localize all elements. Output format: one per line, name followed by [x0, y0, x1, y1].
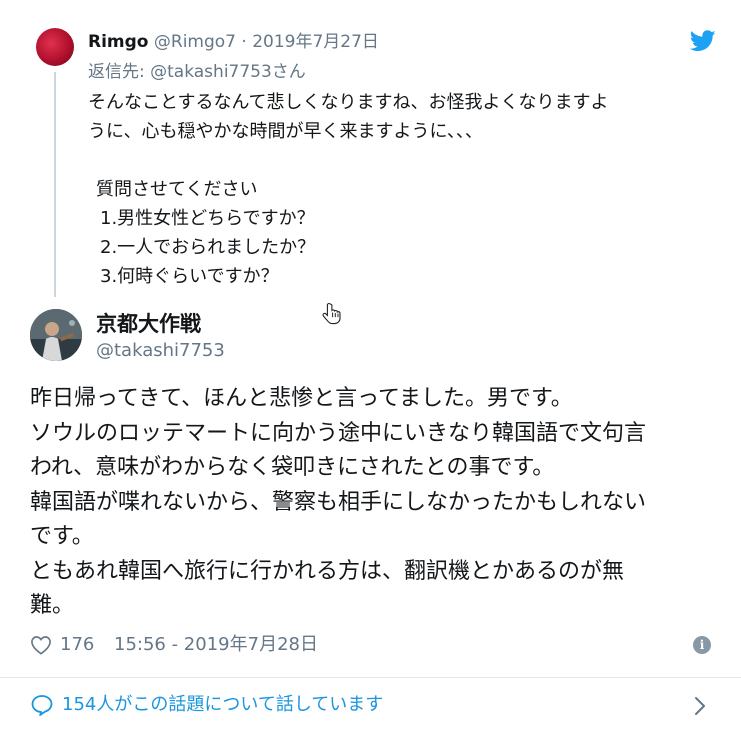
main-author-avatar[interactable]: [30, 309, 82, 361]
reply-author-handle[interactable]: @Rimgo7: [154, 32, 236, 52]
reply-author-avatar[interactable]: [36, 28, 74, 66]
header-separator: ·: [241, 32, 247, 52]
reply-author-name[interactable]: Rimgo: [88, 32, 148, 52]
embedded-tweet-card: Rimgo @Rimgo7 · 2019年7月27日 返信先: @takashi…: [0, 0, 741, 733]
question-item: 1.男性女性どちらですか？: [100, 208, 315, 229]
reply-text-line: うに、心も穏やかな時間が早く来ますように、、、: [88, 121, 483, 142]
tweet-text-line: 難。: [30, 593, 75, 618]
reply-header: Rimgo @Rimgo7 · 2019年7月27日: [88, 30, 379, 54]
reply-tweet-text: そんなことするなんて悲しくなりますね、お怪我よくなりますよ うに、心も穏やかな時…: [88, 88, 708, 291]
hand-cursor-icon: [322, 302, 341, 325]
thread-connector-line: [54, 72, 56, 297]
question-title: 質問させてください: [96, 179, 258, 200]
reply-to-handle[interactable]: @takashi7753さん: [150, 62, 306, 82]
tweet-text-line: ともあれ韓国へ旅行に行かれる方は、翻訳機とかあるのが無: [30, 558, 625, 584]
heart-icon[interactable]: [30, 635, 52, 655]
reply-text-line: そんなことするなんて悲しくなりますね、お怪我よくなりますよ: [88, 92, 609, 113]
question-item: 2.一人でおられましたか？: [100, 237, 316, 258]
tweet-timestamp[interactable]: 15:56 - 2019年7月28日: [114, 630, 318, 660]
question-item: 3.何時ぐらいですか？: [100, 266, 279, 287]
conversation-link[interactable]: 154人がこの話題について話しています: [62, 690, 383, 720]
tweet-meta-row: 176 15:56 - 2019年7月28日 i: [30, 630, 720, 660]
conversation-footer[interactable]: 154人がこの話題について話しています: [0, 678, 741, 733]
reply-date[interactable]: 2019年7月27日: [252, 32, 379, 52]
reply-to-prefix: 返信先:: [88, 62, 145, 82]
like-count[interactable]: 176: [60, 630, 94, 660]
main-tweet-text: 昨日帰ってきて、ほんと悲惨と言ってました。男です。 ソウルのロッテマートに向かう…: [30, 382, 720, 624]
chevron-right-icon[interactable]: [693, 696, 707, 716]
tweet-text-line: です。: [30, 524, 94, 549]
tweet-text-line: 昨日帰ってきて、ほんと悲惨と言ってました。男です。: [30, 386, 573, 411]
twitter-bird-icon[interactable]: [690, 30, 716, 52]
tweet-text-line: ソウルのロッテマートに向かう途中にいきなり韓国語で文句言: [30, 420, 647, 446]
speech-bubble-icon: [31, 695, 53, 716]
tweet-text-line: われ、意味がわからなく袋叩きにされたとの事です。: [30, 455, 555, 480]
info-icon[interactable]: i: [693, 636, 711, 654]
reply-to-line: 返信先: @takashi7753さん: [88, 60, 306, 84]
main-author-name[interactable]: 京都大作戦: [96, 310, 201, 338]
tweet-text-line: 韓国語が喋れないから、警察も相手にしなかったかもしれない: [30, 489, 647, 515]
main-author-handle[interactable]: @takashi7753: [96, 339, 225, 363]
